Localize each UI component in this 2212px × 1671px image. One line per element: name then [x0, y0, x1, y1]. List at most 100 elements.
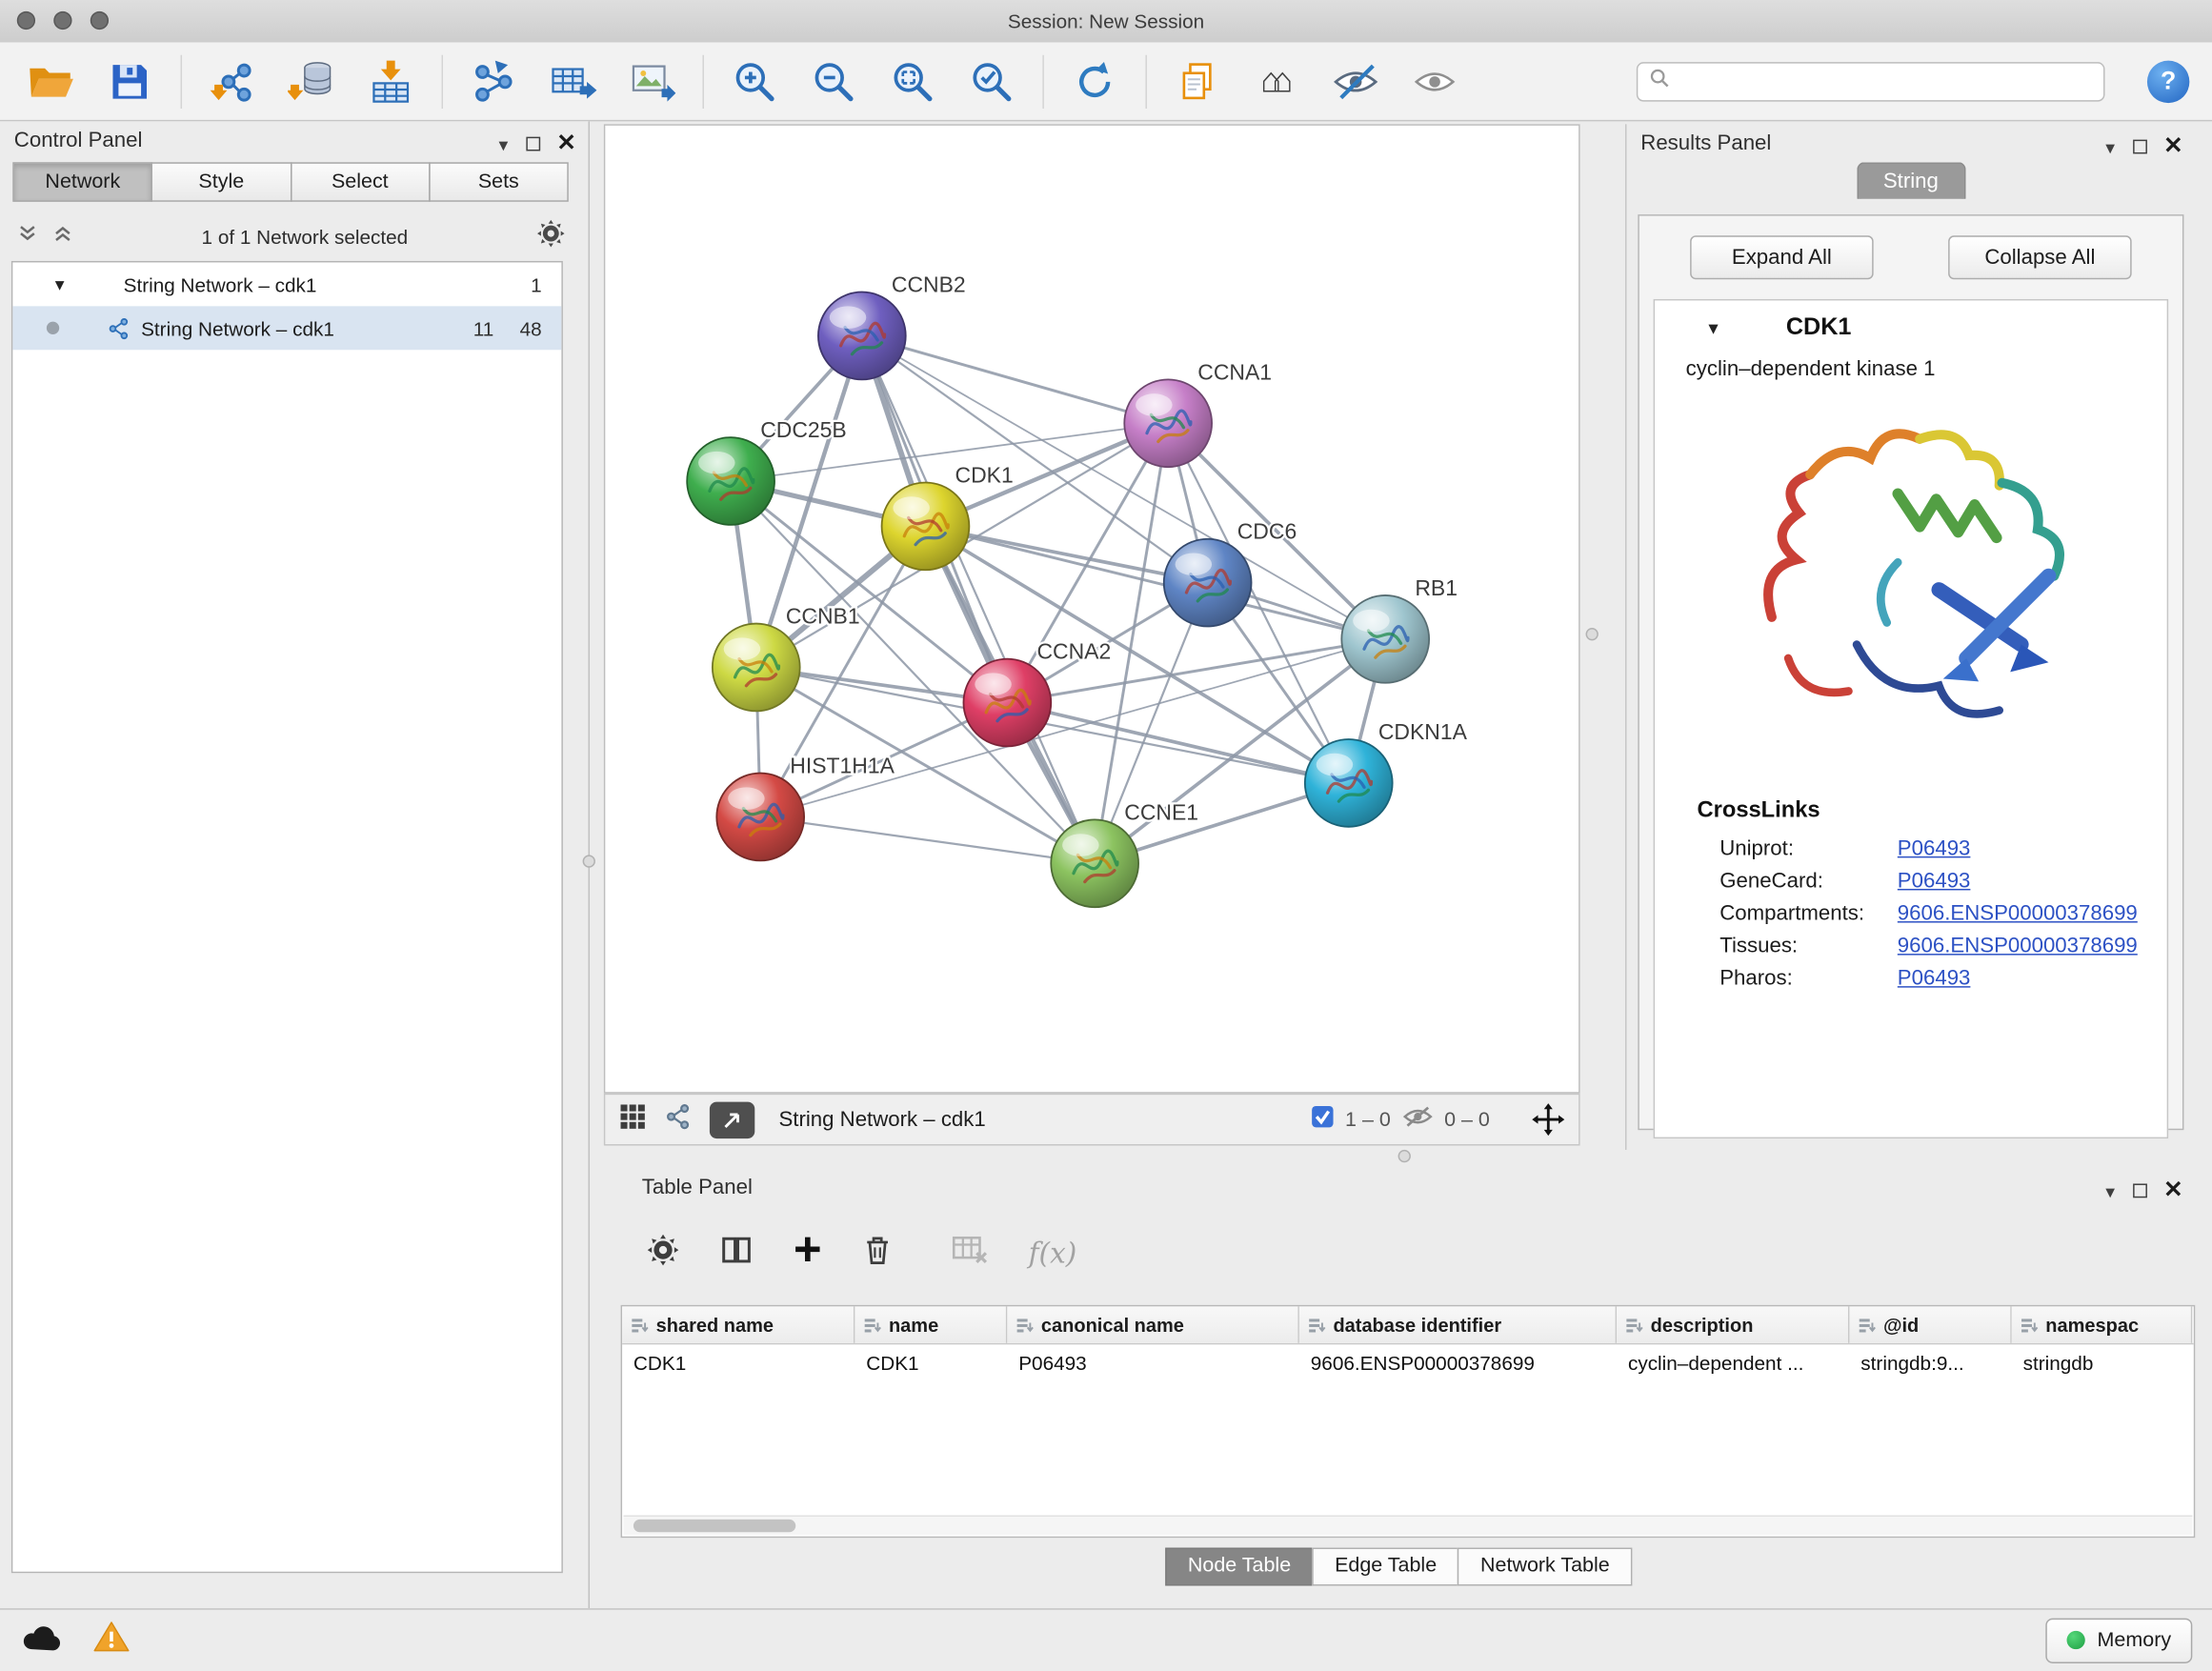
- import-network-file-icon[interactable]: [205, 53, 261, 110]
- panel-float-icon[interactable]: [2133, 1183, 2147, 1198]
- column-header-description[interactable]: description: [1617, 1306, 1849, 1343]
- right-splitter-handle[interactable]: [1586, 628, 1599, 640]
- scrollbar-thumb[interactable]: [633, 1520, 795, 1532]
- pan-move-icon[interactable]: [1532, 1103, 1564, 1136]
- column-header-shared-name[interactable]: shared name: [622, 1306, 855, 1343]
- tab-sets[interactable]: Sets: [429, 162, 569, 201]
- column-header-namespac[interactable]: namespac: [2012, 1306, 2193, 1343]
- left-splitter-handle[interactable]: [583, 855, 595, 867]
- export-image-icon[interactable]: [624, 53, 680, 110]
- network-node-ccnb1[interactable]: CCNB1: [713, 604, 860, 712]
- network-view-canvas[interactable]: CCNB2CCNA1CDC25BCDK1CDC6RB1CCNB1CCNA2CDK…: [604, 124, 1580, 1093]
- panel-float-icon[interactable]: [526, 137, 540, 151]
- panel-float-icon[interactable]: [2133, 140, 2147, 154]
- cloud-status-icon[interactable]: [20, 1621, 62, 1659]
- close-window-button[interactable]: [17, 11, 35, 30]
- import-network-database-icon[interactable]: [284, 53, 340, 110]
- import-table-icon[interactable]: [363, 53, 419, 110]
- tab-node-table[interactable]: Node Table: [1165, 1548, 1314, 1586]
- network-node-hist1h1a[interactable]: HIST1H1A: [716, 754, 895, 861]
- crosslink-value-link[interactable]: P06493: [1898, 966, 1971, 990]
- table-cell[interactable]: CDK1: [622, 1344, 855, 1381]
- table-cell[interactable]: 9606.ENSP00000378699: [1299, 1344, 1617, 1381]
- tab-select[interactable]: Select: [290, 162, 430, 201]
- zoom-window-button[interactable]: [90, 11, 109, 30]
- horizontal-scrollbar[interactable]: [624, 1515, 2193, 1535]
- crosslink-value-link[interactable]: P06493: [1898, 836, 1971, 860]
- network-node-cdk1[interactable]: CDK1: [882, 462, 1014, 570]
- gene-section-header[interactable]: ▾ CDK1: [1655, 300, 2167, 353]
- network-node-cdc6[interactable]: CDC6: [1164, 519, 1297, 627]
- collapse-all-button[interactable]: Collapse All: [1948, 235, 2132, 279]
- selected-checkbox-icon[interactable]: [1310, 1104, 1334, 1136]
- network-edge[interactable]: [862, 335, 1168, 423]
- zoom-selected-icon[interactable]: [963, 53, 1019, 110]
- export-table-icon[interactable]: [545, 53, 601, 110]
- tab-edge-table[interactable]: Edge Table: [1312, 1548, 1458, 1586]
- search-input[interactable]: [1679, 69, 2092, 94]
- panel-menu-caret-icon[interactable]: ▾: [2105, 1181, 2115, 1199]
- home-view-icon[interactable]: ⌂⌂: [1249, 53, 1305, 110]
- apply-layout-icon[interactable]: [1067, 53, 1123, 110]
- network-collection-row[interactable]: ▾ String Network – cdk1 1: [12, 262, 561, 306]
- table-cell[interactable]: CDK1: [855, 1344, 1007, 1381]
- network-row-selected[interactable]: String Network – cdk1 11 48: [12, 306, 561, 350]
- network-edge[interactable]: [862, 335, 1095, 863]
- tab-network[interactable]: Network: [12, 162, 152, 201]
- collapse-all-networks-icon[interactable]: [52, 223, 73, 252]
- zoom-fit-icon[interactable]: [885, 53, 941, 110]
- crosslink-value-link[interactable]: 9606.ENSP00000378699: [1898, 934, 2138, 957]
- crosslink-value-link[interactable]: P06493: [1898, 869, 1971, 893]
- panel-menu-caret-icon[interactable]: ▾: [498, 134, 508, 152]
- panel-close-icon[interactable]: [558, 131, 573, 157]
- network-share-icon[interactable]: [665, 1102, 692, 1137]
- delete-column-icon[interactable]: [862, 1233, 894, 1274]
- save-session-icon[interactable]: [102, 53, 158, 110]
- show-annotation-icon[interactable]: [1406, 53, 1462, 110]
- copy-document-icon[interactable]: [1170, 53, 1226, 110]
- section-caret-icon[interactable]: ▾: [1708, 315, 1718, 339]
- network-edge[interactable]: [925, 526, 1385, 638]
- table-cell[interactable]: stringdb: [2012, 1344, 2193, 1381]
- birds-eye-view-button[interactable]: [710, 1101, 754, 1138]
- zoom-in-icon[interactable]: [727, 53, 783, 110]
- expand-all-button[interactable]: Expand All: [1690, 235, 1874, 279]
- hide-annotation-icon[interactable]: [1328, 53, 1384, 110]
- tab-network-table[interactable]: Network Table: [1458, 1548, 1632, 1586]
- table-row[interactable]: CDK1CDK1P064939606.ENSP00000378699cyclin…: [622, 1344, 2194, 1381]
- collection-caret-icon[interactable]: ▾: [55, 273, 65, 296]
- network-edge[interactable]: [1007, 702, 1348, 782]
- column-header-name[interactable]: name: [855, 1306, 1007, 1343]
- network-node-ccnb2[interactable]: CCNB2: [818, 272, 966, 380]
- show-columns-icon[interactable]: [719, 1233, 754, 1274]
- expand-all-networks-icon[interactable]: [17, 223, 38, 252]
- panel-close-icon[interactable]: [2165, 1178, 2181, 1204]
- open-session-icon[interactable]: [23, 53, 79, 110]
- network-options-gear-icon[interactable]: [536, 219, 566, 256]
- minimize-window-button[interactable]: [53, 11, 71, 30]
- zoom-out-icon[interactable]: [806, 53, 862, 110]
- bottom-splitter-handle[interactable]: [1398, 1150, 1411, 1162]
- warning-status-icon[interactable]: [93, 1620, 131, 1661]
- network-edge[interactable]: [760, 816, 1095, 863]
- column-header-@id[interactable]: @id: [1849, 1306, 2011, 1343]
- panel-menu-caret-icon[interactable]: ▾: [2105, 137, 2115, 155]
- table-options-gear-icon[interactable]: [646, 1233, 680, 1274]
- panel-close-icon[interactable]: [2165, 134, 2181, 160]
- column-header-canonical-name[interactable]: canonical name: [1007, 1306, 1299, 1343]
- memory-button[interactable]: Memory: [2045, 1618, 2193, 1662]
- table-cell[interactable]: cyclin–dependent ...: [1617, 1344, 1849, 1381]
- network-node-cdkn1a[interactable]: CDKN1A: [1305, 719, 1468, 827]
- help-button[interactable]: ?: [2147, 60, 2189, 102]
- hidden-eye-slash-icon[interactable]: [1402, 1104, 1434, 1136]
- table-cell[interactable]: stringdb:9...: [1849, 1344, 2011, 1381]
- network-node-rb1[interactable]: RB1: [1341, 575, 1458, 683]
- clone-network-icon[interactable]: [466, 53, 522, 110]
- tab-style[interactable]: Style: [151, 162, 292, 201]
- network-node-ccna1[interactable]: CCNA1: [1124, 359, 1272, 467]
- add-column-icon[interactable]: [793, 1235, 822, 1272]
- table-cell[interactable]: P06493: [1007, 1344, 1299, 1381]
- network-edge[interactable]: [760, 639, 1385, 817]
- tab-string[interactable]: String: [1857, 162, 1965, 199]
- grid-view-icon[interactable]: [619, 1102, 646, 1137]
